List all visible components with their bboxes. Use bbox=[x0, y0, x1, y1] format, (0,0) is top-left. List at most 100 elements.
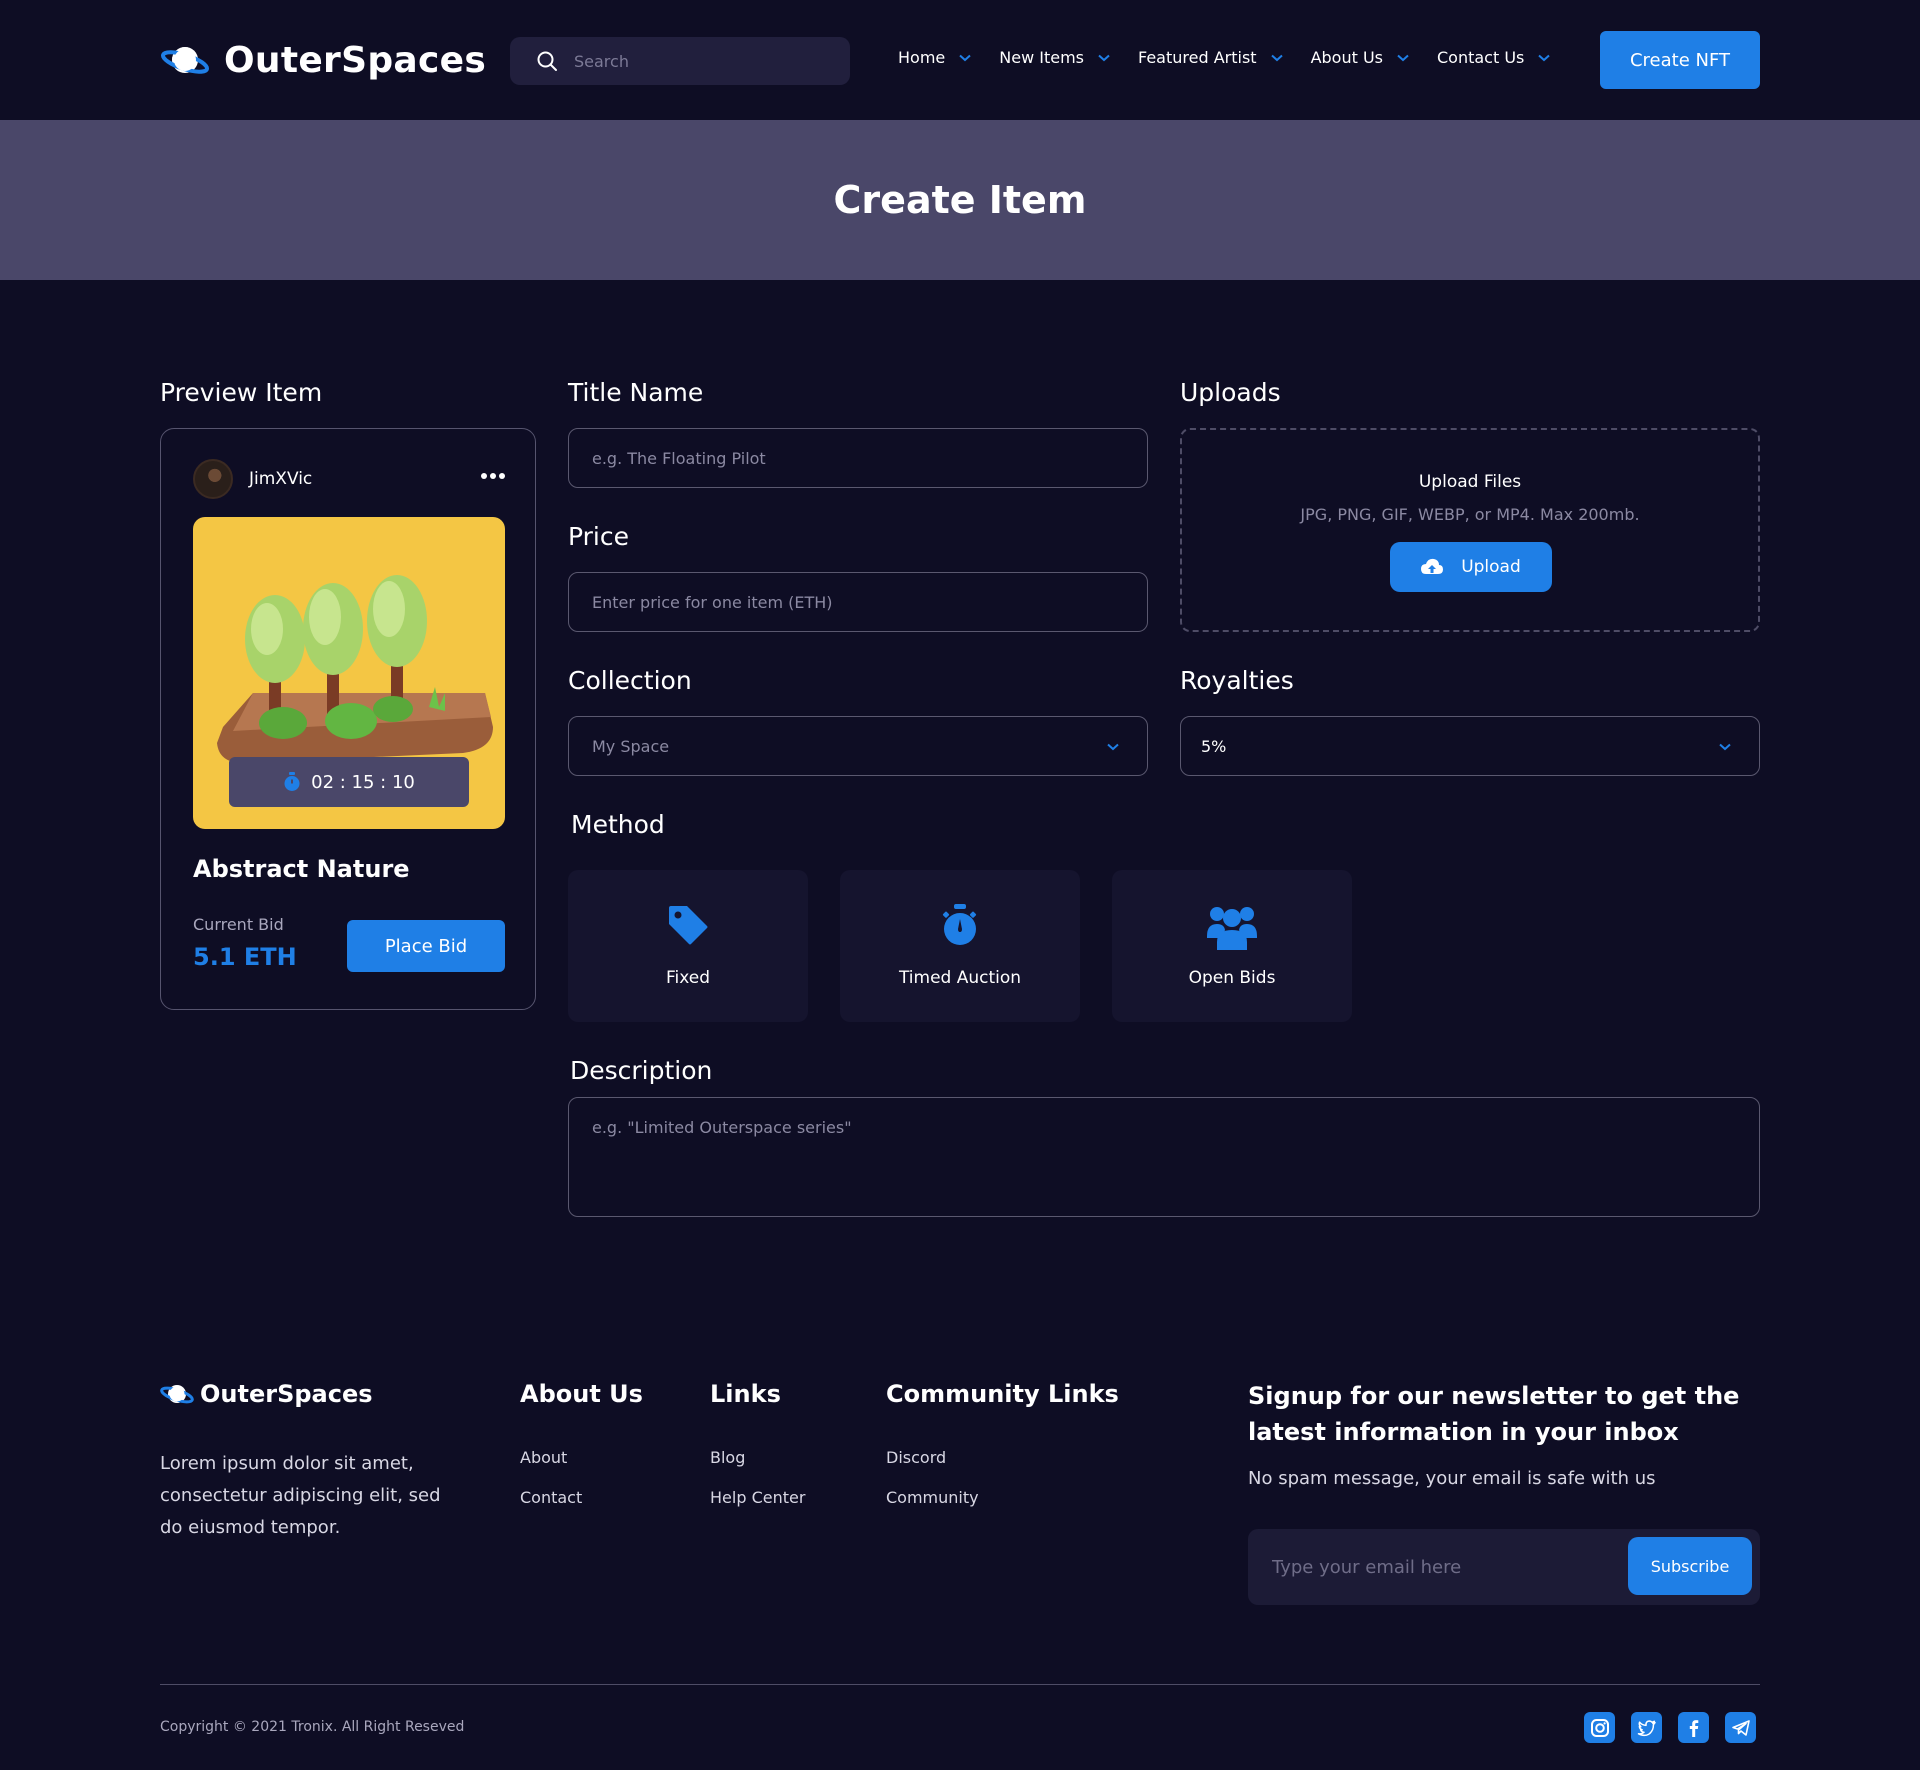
search-input[interactable] bbox=[574, 51, 814, 71]
footer-divider bbox=[160, 1684, 1760, 1685]
nav-new-items[interactable]: New Items bbox=[999, 48, 1110, 67]
uploads-label: Uploads bbox=[1180, 378, 1281, 407]
royalties-label: Royalties bbox=[1180, 666, 1294, 695]
royalties-select[interactable]: 5% bbox=[1180, 716, 1760, 776]
planet-icon bbox=[160, 1385, 194, 1404]
newsletter-title: Signup for our newsletter to get the lat… bbox=[1248, 1382, 1740, 1446]
create-nft-button[interactable]: Create NFT bbox=[1600, 31, 1760, 89]
newsletter-subtitle: No spam message, your email is safe with… bbox=[1248, 1468, 1656, 1489]
footer-about-text: Lorem ipsum dolor sit amet, consectetur … bbox=[160, 1453, 441, 1538]
place-bid-button[interactable]: Place Bid bbox=[347, 920, 505, 972]
tag-icon bbox=[669, 906, 708, 945]
method-timed-auction-label: Timed Auction bbox=[898, 968, 1022, 988]
card-owner[interactable]: JimXVic bbox=[193, 459, 312, 499]
chevron-down-icon bbox=[1397, 54, 1409, 61]
search-icon bbox=[537, 51, 557, 71]
method-label: Method bbox=[571, 810, 665, 839]
method-fixed-label: Fixed bbox=[665, 968, 711, 988]
method-fixed[interactable]: Fixed bbox=[568, 870, 808, 1022]
collection-label: Collection bbox=[568, 666, 692, 695]
site-header: OuterSpaces Home New Items Featured Arti… bbox=[0, 0, 1920, 120]
description-label: Description bbox=[570, 1056, 713, 1085]
footer-brand[interactable]: OuterSpaces bbox=[160, 1380, 373, 1408]
nav-contact-us[interactable]: Contact Us bbox=[1437, 48, 1551, 67]
twitter-icon bbox=[1637, 1719, 1656, 1736]
telegram-icon bbox=[1731, 1719, 1750, 1736]
footer-heading-links: Links bbox=[710, 1380, 781, 1408]
brand-name: OuterSpaces bbox=[224, 39, 487, 81]
chevron-down-icon bbox=[1107, 743, 1119, 751]
email-input[interactable] bbox=[1272, 1553, 1612, 1581]
bid-value: 5.1 ETH bbox=[193, 943, 297, 971]
stopwatch-icon bbox=[942, 904, 977, 945]
chevron-down-icon bbox=[1538, 54, 1551, 61]
more-options-icon[interactable] bbox=[478, 473, 505, 479]
brand-logo[interactable]: OuterSpaces bbox=[160, 38, 486, 82]
footer-heading-community: Community Links bbox=[886, 1380, 1119, 1408]
nav-home[interactable]: Home bbox=[898, 48, 971, 67]
upload-hint: JPG, PNG, GIF, WEBP, or MP4. Max 200mb. bbox=[1300, 505, 1640, 524]
nav-about-us[interactable]: About Us bbox=[1311, 48, 1409, 67]
footer-link-community[interactable]: Community bbox=[886, 1488, 979, 1507]
instagram-link[interactable] bbox=[1584, 1712, 1615, 1743]
subscribe-button[interactable]: Subscribe bbox=[1628, 1537, 1752, 1595]
bid-label: Current Bid bbox=[193, 915, 284, 934]
page-title: Create Item bbox=[833, 178, 1087, 222]
social-links bbox=[1584, 1712, 1756, 1743]
upload-dropzone[interactable]: Upload Files JPG, PNG, GIF, WEBP, or MP4… bbox=[1180, 428, 1760, 632]
chevron-down-icon bbox=[1719, 743, 1731, 751]
collection-select[interactable]: My Space bbox=[568, 716, 1148, 776]
planet-icon bbox=[161, 47, 209, 74]
search-box[interactable] bbox=[510, 37, 850, 85]
auction-timer: 02 : 15 : 10 bbox=[229, 757, 469, 807]
preview-card: JimXVic 02: 15: 10 Abstract Nature Cur… bbox=[160, 428, 536, 1010]
royalties-value: 5% bbox=[1201, 736, 1227, 756]
footer-link-help-center[interactable]: Help Center bbox=[710, 1488, 805, 1507]
collection-value: My Space bbox=[592, 736, 670, 756]
item-title: Abstract Nature bbox=[193, 855, 410, 883]
footer-link-contact[interactable]: Contact bbox=[520, 1488, 582, 1507]
chevron-down-icon bbox=[1270, 54, 1283, 61]
cloud-upload-icon bbox=[1421, 558, 1444, 574]
preview-label: Preview Item bbox=[160, 378, 323, 407]
price-input[interactable] bbox=[592, 592, 1147, 612]
nav-label: Featured Artist bbox=[1138, 48, 1257, 67]
telegram-link[interactable] bbox=[1725, 1712, 1756, 1743]
method-open-bids-label: Open Bids bbox=[1188, 968, 1276, 988]
price-field[interactable] bbox=[568, 572, 1148, 632]
copyright-text: Copyright © 2021 Tronix. All Right Resev… bbox=[160, 1719, 465, 1735]
facebook-icon bbox=[1689, 1719, 1698, 1737]
nav-label: Home bbox=[898, 48, 946, 67]
nav-featured-artist[interactable]: Featured Artist bbox=[1138, 48, 1283, 67]
footer-heading-about: About Us bbox=[520, 1380, 643, 1408]
chevron-down-icon bbox=[959, 54, 971, 61]
description-field[interactable] bbox=[568, 1097, 1760, 1217]
description-input[interactable] bbox=[592, 1118, 1732, 1203]
upload-title: Upload Files bbox=[1418, 472, 1522, 492]
method-timed-auction[interactable]: Timed Auction bbox=[840, 870, 1080, 1022]
page-banner: Create Item bbox=[0, 120, 1920, 280]
instagram-icon bbox=[1590, 1718, 1609, 1737]
nav-label: About Us bbox=[1310, 48, 1383, 67]
users-icon bbox=[1207, 907, 1257, 950]
username: JimXVic bbox=[249, 469, 313, 489]
footer-link-about[interactable]: About bbox=[520, 1448, 567, 1467]
chevron-down-icon bbox=[1098, 54, 1110, 61]
nft-artwork: 02 : 15 : 10 bbox=[193, 517, 505, 829]
upload-button[interactable]: Upload bbox=[1390, 542, 1552, 592]
twitter-link[interactable] bbox=[1631, 1712, 1662, 1743]
main-nav: Home New Items Featured Artist About Us … bbox=[898, 48, 1578, 67]
footer-link-blog[interactable]: Blog bbox=[710, 1448, 745, 1467]
title-field[interactable] bbox=[568, 428, 1148, 488]
facebook-link[interactable] bbox=[1678, 1712, 1709, 1743]
title-input[interactable] bbox=[592, 448, 1147, 468]
upload-button-label: Upload bbox=[1461, 557, 1521, 577]
footer-brand-name: OuterSpaces bbox=[200, 1380, 373, 1408]
stopwatch-icon bbox=[284, 772, 300, 791]
newsletter-form: Subscribe bbox=[1248, 1529, 1760, 1605]
nav-label: New Items bbox=[999, 48, 1084, 67]
method-open-bids[interactable]: Open Bids bbox=[1112, 870, 1352, 1022]
timer-value: 02 : 15 : 10 bbox=[311, 771, 415, 793]
avatar bbox=[193, 459, 233, 499]
footer-link-discord[interactable]: Discord bbox=[886, 1448, 946, 1467]
